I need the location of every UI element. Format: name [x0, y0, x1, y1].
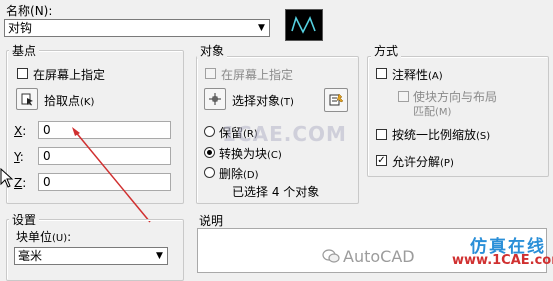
base-specify-on-screen-checkbox[interactable]: [17, 68, 28, 79]
objects-title: 对象: [197, 42, 228, 59]
radio-selected-dot: [207, 150, 212, 155]
name-label-text: 名称: [6, 4, 31, 18]
block-unit-select[interactable]: 毫米 ▼: [14, 247, 168, 265]
behavior-title: 方式: [371, 42, 402, 59]
block-unit-text: 块单位: [16, 230, 53, 244]
x-label: X:: [14, 124, 27, 138]
z-input[interactable]: 0: [38, 173, 171, 191]
scale-uniformly-label[interactable]: 按统一比例缩放(S): [392, 126, 490, 143]
y-input[interactable]: 0: [38, 147, 171, 165]
select-objects-text: 选择对象: [232, 94, 281, 108]
annotative-key: (A): [428, 71, 443, 82]
match-orientation-text: 匹配: [413, 105, 435, 118]
scale-uniformly-key: (S): [476, 131, 491, 142]
mouse-cursor-icon: [0, 168, 14, 188]
retain-radio[interactable]: [204, 126, 215, 137]
preview-glyph-icon: [291, 15, 316, 34]
pick-point-text: 拾取点: [44, 94, 81, 108]
convert-key: (C): [267, 150, 282, 161]
delete-text: 删除: [219, 167, 244, 181]
allow-exploding-key: (P): [440, 158, 454, 169]
scale-uniformly-text: 按统一比例缩放: [392, 128, 477, 142]
scale-uniformly-checkbox[interactable]: [376, 129, 387, 140]
name-label-shortcut: (N): [30, 4, 49, 18]
select-objects-button[interactable]: [204, 88, 226, 110]
wechat-icon: [322, 249, 340, 263]
watermark-url: www.1CAE.com: [452, 253, 553, 268]
chevron-down-icon[interactable]: ▼: [152, 248, 167, 264]
z-label-text: Z: [14, 176, 23, 190]
name-label: 名称(N):: [6, 4, 53, 18]
quick-select-button[interactable]: [324, 88, 348, 112]
delete-radio[interactable]: [204, 167, 215, 178]
delete-label[interactable]: 删除(D): [219, 165, 259, 182]
allow-exploding-label[interactable]: 允许分解(P): [392, 153, 454, 170]
annotative-text: 注释性: [392, 68, 429, 82]
block-unit-value: 毫米: [18, 249, 43, 263]
x-input[interactable]: 0: [38, 121, 171, 139]
y-label: Y:: [14, 150, 24, 164]
pick-point-key: (K): [80, 97, 95, 108]
objects-specify-on-screen-checkbox[interactable]: [205, 68, 216, 79]
allow-exploding-checkbox[interactable]: ✓: [376, 155, 387, 166]
z-label: Z:: [14, 176, 27, 190]
select-objects-key: (T): [280, 97, 294, 108]
settings-title: 设置: [9, 211, 40, 228]
pick-point-icon: [21, 93, 33, 106]
name-combobox[interactable]: 对钩 ▼: [4, 19, 270, 37]
delete-key: (D): [243, 170, 259, 181]
pick-point-button[interactable]: [16, 88, 38, 110]
description-title: 说明: [199, 214, 224, 228]
match-orientation-label-line2[interactable]: 匹配(M): [413, 103, 451, 119]
pick-point-label[interactable]: 拾取点(K): [44, 92, 94, 109]
annotative-label[interactable]: 注释性(A): [392, 66, 443, 83]
y-label-text: Y: [14, 150, 20, 164]
select-objects-label[interactable]: 选择对象(T): [232, 92, 294, 109]
crosshair-icon: [209, 93, 221, 105]
objects-specify-on-screen-label[interactable]: 在屏幕上指定: [221, 66, 293, 83]
selected-count-text: 已选择 4 个对象: [232, 185, 320, 199]
block-unit-key: (U): [52, 233, 68, 244]
match-orientation-key: (M): [435, 107, 452, 118]
annotative-checkbox[interactable]: [376, 68, 387, 79]
match-orientation-checkbox[interactable]: [398, 91, 409, 102]
x-label-text: X: [14, 124, 23, 138]
convert-to-block-label[interactable]: 转换为块(C): [219, 145, 282, 162]
allow-exploding-text: 允许分解: [392, 155, 441, 169]
base-point-title: 基点: [9, 42, 40, 59]
chevron-down-icon[interactable]: ▼: [254, 20, 269, 36]
name-value: 对钩: [8, 21, 33, 35]
watermark-account: AutoCAD: [343, 247, 415, 266]
block-unit-label: 块单位(U):: [16, 230, 72, 244]
base-specify-on-screen-label[interactable]: 在屏幕上指定: [33, 66, 105, 83]
watermark-center: 1CAE.COM: [222, 122, 347, 146]
convert-to-block-radio[interactable]: [204, 147, 215, 158]
block-preview-image: [285, 9, 323, 41]
quick-select-icon: [329, 93, 344, 106]
convert-text: 转换为块: [219, 147, 268, 161]
